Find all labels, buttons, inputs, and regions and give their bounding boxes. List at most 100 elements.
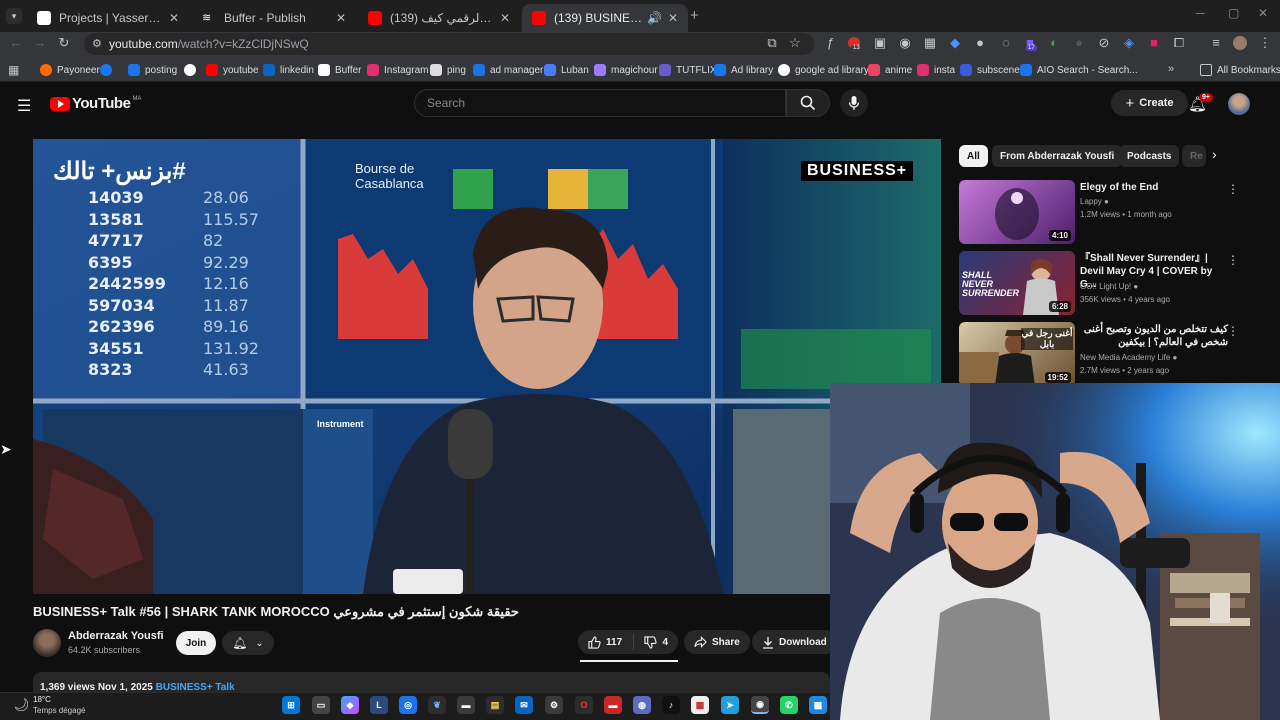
- bookmark-magichour[interactable]: magichour: [594, 62, 658, 78]
- weather-moon-icon[interactable]: 🌙︎: [13, 697, 30, 713]
- bookmark-youtube[interactable]: youtube: [206, 62, 259, 78]
- extensions-puzzle-icon[interactable]: ⧠: [1171, 35, 1187, 51]
- chip-recent[interactable]: Re: [1182, 145, 1206, 167]
- subscription-bell-button[interactable]: 🔔︎ ⌄: [222, 631, 274, 655]
- create-button[interactable]: + Create: [1111, 90, 1188, 116]
- chips-next-chevron-icon[interactable]: ›: [1212, 146, 1217, 162]
- youtube-logo[interactable]: YouTube MA: [50, 95, 141, 112]
- more-bookmarks-chevron-icon[interactable]: »: [1168, 63, 1174, 75]
- forward-icon[interactable]: →: [32, 35, 48, 51]
- opera-icon[interactable]: O: [575, 696, 593, 714]
- back-icon[interactable]: ←: [8, 35, 24, 51]
- chip-all[interactable]: All: [959, 145, 988, 167]
- channel-avatar[interactable]: [33, 629, 61, 657]
- app-leaf-icon[interactable]: ❦: [428, 696, 446, 714]
- minimize-icon[interactable]: ─: [1196, 6, 1205, 20]
- profile-icon[interactable]: [1232, 35, 1248, 51]
- tab-youtube-business-talk[interactable]: (139) BUSINESS+ Talk #56 | 🔊 ✕: [522, 4, 688, 32]
- bookmark-aio-search[interactable]: AIO Search - Search...: [1020, 62, 1138, 78]
- chip-from-channel[interactable]: From Abderrazak Yousfi: [992, 145, 1123, 167]
- new-tab-icon[interactable]: +: [690, 7, 699, 24]
- extension-blue-icon[interactable]: ◆: [947, 35, 963, 51]
- bookmark-google[interactable]: [184, 62, 201, 78]
- video-thumbnail[interactable]: SHALL NEVER SURRENDER 6:28: [959, 251, 1075, 315]
- download-button[interactable]: Download: [752, 630, 837, 654]
- extension-grid-icon[interactable]: ▦: [922, 35, 938, 51]
- app-photo-icon[interactable]: ▩: [809, 696, 827, 714]
- bookmark-buffer[interactable]: Buffer: [318, 62, 362, 78]
- join-button[interactable]: Join: [176, 631, 216, 655]
- like-button[interactable]: 117: [588, 635, 622, 649]
- extension-pink-icon[interactable]: ■: [1146, 35, 1162, 51]
- tab-search-icon[interactable]: ▾: [6, 8, 22, 24]
- extension-gamepad-icon[interactable]: ▣: [872, 35, 888, 51]
- search-button[interactable]: [786, 89, 830, 117]
- bookmark-ad-manager[interactable]: ad manager: [473, 62, 543, 78]
- close-tab-icon[interactable]: ✕: [336, 11, 346, 25]
- tab-buffer[interactable]: ≋ Buffer - Publish ✕: [192, 4, 356, 32]
- bookmark-insta[interactable]: insta: [917, 62, 955, 78]
- tiktok-icon[interactable]: ♪: [662, 696, 680, 714]
- more-options-icon[interactable]: ⋮: [1227, 324, 1239, 338]
- close-tab-icon[interactable]: ✕: [668, 11, 678, 25]
- site-info-icon[interactable]: ⚙: [92, 37, 102, 50]
- close-tab-icon[interactable]: ✕: [169, 11, 179, 25]
- recommended-video-1[interactable]: 4:10 Elegy of the End Lappy ● 1.2M views…: [959, 180, 1249, 244]
- task-view-icon[interactable]: ▭: [312, 696, 330, 714]
- app-red-icon[interactable]: ▬: [604, 696, 622, 714]
- speaker-icon[interactable]: 🔊: [647, 11, 662, 25]
- reload-icon[interactable]: ↻: [56, 35, 72, 51]
- extension-circle-icon[interactable]: ●: [972, 35, 988, 51]
- address-bar[interactable]: ⚙ youtube.com/watch?v=kZzClDjNSwQ: [84, 33, 814, 55]
- extension-camera-icon[interactable]: ◉: [897, 35, 913, 51]
- recommended-title[interactable]: Elegy of the End: [1080, 181, 1228, 194]
- extension-puzzle-icon[interactable]: ◌: [998, 35, 1014, 51]
- dislike-button[interactable]: 4: [644, 635, 668, 649]
- video-thumbnail[interactable]: 4:10: [959, 180, 1075, 244]
- maximize-icon[interactable]: ▢: [1228, 6, 1239, 20]
- install-app-icon[interactable]: ⧉: [764, 35, 780, 51]
- windows-start-icon[interactable]: ⊞: [282, 696, 300, 714]
- share-button[interactable]: Share: [684, 630, 750, 654]
- bookmark-google-ad-library[interactable]: google ad library: [778, 62, 869, 78]
- bookmark-tutflix[interactable]: TUTFLIX: [659, 62, 717, 78]
- account-avatar[interactable]: [1228, 93, 1250, 115]
- weather-condition[interactable]: Temps dégagé: [33, 706, 85, 715]
- extension-formula-icon[interactable]: ƒ: [822, 35, 838, 51]
- copilot-icon[interactable]: ◆: [341, 696, 359, 714]
- hamburger-menu-icon[interactable]: ☰: [17, 96, 31, 116]
- extension-slash-icon[interactable]: ⊘: [1096, 35, 1112, 51]
- telegram-icon[interactable]: ➤: [721, 696, 739, 714]
- chip-podcasts[interactable]: Podcasts: [1119, 145, 1180, 167]
- recommended-video-3[interactable]: أغنى رجل في بابل 19:52 كيف تتخلص من الدي…: [959, 322, 1249, 386]
- bookmark-subscene[interactable]: subscene: [960, 62, 1020, 78]
- tab-youtube-agency[interactable]: (139) وكالة التسويق الرقمي كيف... ✕: [358, 4, 520, 32]
- close-tab-icon[interactable]: ✕: [500, 11, 510, 25]
- file-explorer-icon[interactable]: ▤: [486, 696, 504, 714]
- bookmark-star-icon[interactable]: ☆: [787, 35, 803, 51]
- apps-grid-icon[interactable]: ▦: [8, 63, 19, 77]
- recommended-channel[interactable]: New Media Academy Life ●: [1080, 353, 1177, 362]
- bookmark-payoneer[interactable]: Payoneer: [40, 62, 100, 78]
- close-window-icon[interactable]: ✕: [1258, 6, 1268, 20]
- chrome-icon[interactable]: ◉: [751, 696, 769, 714]
- more-options-icon[interactable]: ⋮: [1227, 253, 1239, 267]
- recommended-video-2[interactable]: SHALL NEVER SURRENDER 6:28 『Shall Never …: [959, 251, 1249, 315]
- app-l-icon[interactable]: L: [370, 696, 388, 714]
- bookmark-ping[interactable]: ping: [430, 62, 466, 78]
- extension-tag-icon[interactable]: ◈: [1121, 35, 1137, 51]
- video-thumbnail[interactable]: أغنى رجل في بابل 19:52: [959, 322, 1075, 386]
- bookmark-posting[interactable]: posting: [128, 62, 177, 78]
- all-bookmarks-folder[interactable]: All Bookmarks: [1200, 62, 1280, 78]
- bookmark-anime[interactable]: anime: [868, 62, 912, 78]
- app-globe-icon[interactable]: ◍: [633, 696, 651, 714]
- recommended-channel[interactable]: Lappy ●: [1080, 197, 1109, 206]
- extension-green-icon[interactable]: ◐: [1046, 35, 1062, 51]
- app-window-icon[interactable]: ▬: [457, 696, 475, 714]
- channel-name[interactable]: Abderrazak Yousfi: [68, 630, 164, 642]
- bookmark-linkedin[interactable]: linkedin: [263, 62, 314, 78]
- weather-temperature[interactable]: 18°C: [33, 695, 51, 704]
- more-options-icon[interactable]: ⋮: [1227, 182, 1239, 196]
- settings-gear-icon[interactable]: ⚙: [545, 696, 563, 714]
- recommended-channel[interactable]: GO!! Light Up! ●: [1080, 282, 1138, 291]
